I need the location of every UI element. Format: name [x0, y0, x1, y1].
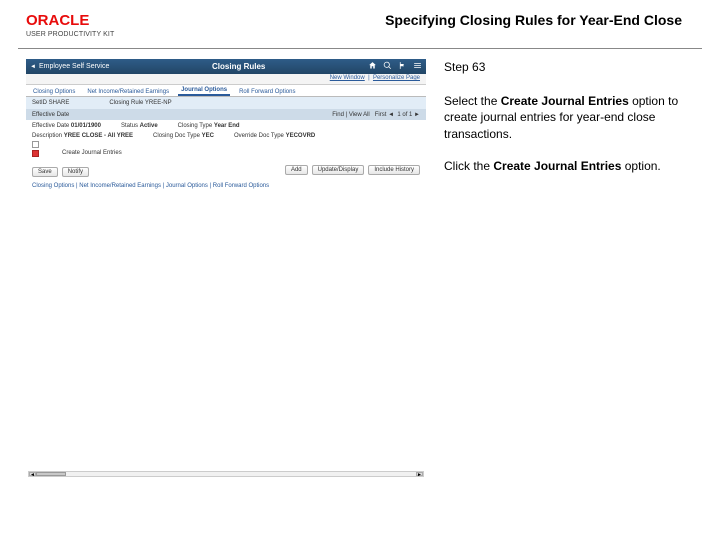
- sub-navbar: New Window | Personalize Page: [26, 74, 426, 85]
- desc-label: Description: [32, 133, 62, 139]
- embedded-screenshot: ◄ Employee Self Service Closing Rules Ne…: [26, 59, 426, 479]
- upk-label: USER PRODUCTIVITY KIT: [26, 31, 114, 38]
- section-name: Employee Self Service: [39, 63, 109, 70]
- override-doc-label: Override Doc Type: [234, 133, 284, 139]
- closing-type-label: Closing Type: [178, 123, 213, 129]
- tab-strip: Closing Options Net Income/Retained Earn…: [26, 85, 426, 97]
- eff-date-label: Effective Date: [32, 112, 69, 118]
- setid-field: SetID SHARE: [32, 100, 69, 106]
- first-label: First: [375, 112, 387, 118]
- create-journal-checkbox[interactable]: [32, 150, 39, 157]
- tab-closing-options[interactable]: Closing Options: [30, 88, 78, 96]
- eff-date-field-label: Effective Date: [32, 123, 69, 129]
- home-icon[interactable]: [368, 61, 377, 72]
- unknown-checkbox[interactable]: [32, 141, 39, 148]
- eff-date-value: 01/01/1900: [71, 123, 101, 129]
- status-label: Status: [121, 123, 138, 129]
- oracle-brand: ORACLE: [26, 12, 114, 29]
- record-count: 1 of 1: [397, 112, 412, 118]
- search-icon[interactable]: [383, 61, 392, 72]
- closing-type-value: Year End: [214, 123, 240, 129]
- flag-icon[interactable]: [398, 61, 407, 72]
- oracle-logo-block: ORACLE USER PRODUCTIVITY KIT: [26, 12, 114, 38]
- tab-net-income[interactable]: Net Income/Retained Earnings: [84, 88, 172, 96]
- app-title: Closing Rules: [109, 62, 368, 71]
- add-button[interactable]: Add: [285, 165, 308, 175]
- app-topbar: ◄ Employee Self Service Closing Rules: [26, 59, 426, 74]
- instruction-panel: Step 63 Select the Create Journal Entrie…: [426, 59, 702, 479]
- back-icon[interactable]: ◄: [30, 64, 36, 70]
- bottom-tab-links[interactable]: Closing Options | Net Income/Retained Ea…: [32, 183, 420, 189]
- form-body: Effective Date 01/01/1900 Status Active …: [26, 120, 426, 195]
- save-button[interactable]: Save: [32, 167, 58, 177]
- page-title: Specifying Closing Rules for Year-End Cl…: [385, 12, 682, 28]
- instruction-paragraph-1: Select the Create Journal Entries option…: [444, 93, 702, 142]
- personalize-link[interactable]: Personalize Page: [373, 75, 420, 81]
- id-row: SetID SHARE Closing Rule YREE-NP: [26, 97, 426, 109]
- instruction-paragraph-2: Click the Create Journal Entries option.: [444, 158, 702, 174]
- tab-roll-forward[interactable]: Roll Forward Options: [236, 88, 298, 96]
- new-window-link[interactable]: New Window: [330, 75, 365, 81]
- effective-date-header: Effective Date Find | View All First ◄ 1…: [26, 109, 426, 120]
- menu-icon[interactable]: [413, 61, 422, 72]
- override-doc-value: YECOVRD: [286, 133, 316, 139]
- step-number: Step 63: [444, 59, 702, 75]
- find-link[interactable]: Find | View All: [332, 112, 369, 118]
- scroll-thumb[interactable]: [36, 472, 66, 476]
- closing-doc-value: YEC: [202, 133, 214, 139]
- tab-journal-options[interactable]: Journal Options: [178, 86, 230, 96]
- desc-value: YREE CLOSE - All YREE: [64, 133, 133, 139]
- scroll-left-icon[interactable]: ◄: [29, 472, 36, 476]
- include-history-button[interactable]: Include History: [368, 165, 420, 175]
- status-value: Active: [140, 123, 158, 129]
- header-divider: [18, 48, 702, 49]
- update-button[interactable]: Update/Display: [312, 165, 365, 175]
- create-journal-label: Create Journal Entries: [62, 150, 122, 157]
- scroll-right-icon[interactable]: ►: [416, 472, 423, 476]
- closing-rule-field: Closing Rule YREE-NP: [109, 100, 171, 106]
- horizontal-scrollbar[interactable]: ◄ ►: [28, 471, 424, 477]
- scroll-track[interactable]: [36, 472, 416, 476]
- closing-doc-label: Closing Doc Type: [153, 133, 200, 139]
- notify-button[interactable]: Notify: [62, 167, 89, 177]
